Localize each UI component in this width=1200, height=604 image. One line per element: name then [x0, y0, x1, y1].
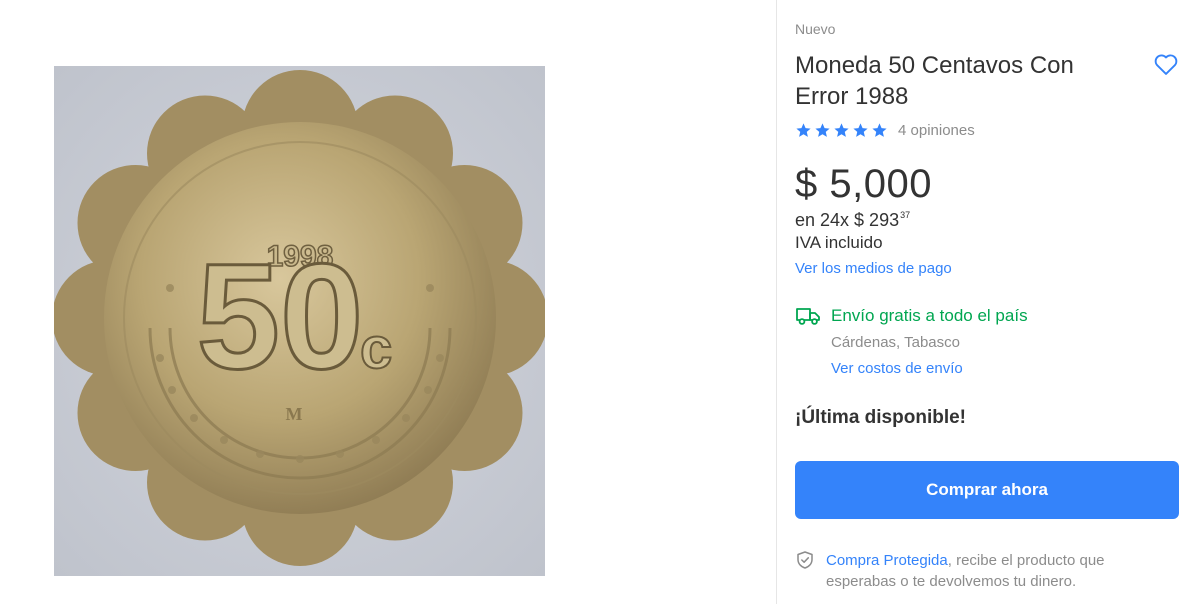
shield-check-icon	[797, 551, 813, 569]
product-title: Moneda 50 Centavos Con Error 1988	[795, 52, 1074, 110]
product-condition: Nuevo	[795, 21, 836, 37]
installments-amount: en 24x $ 293	[795, 210, 900, 230]
purchase-protection: Compra Protegida, recibe el producto que…	[826, 550, 1176, 592]
payment-methods-link[interactable]: Ver los medios de pago	[795, 260, 952, 277]
star-icon	[872, 123, 887, 137]
buy-now-button[interactable]: Comprar ahora	[795, 461, 1179, 519]
rating-stars	[795, 122, 888, 139]
coin-unit: c	[360, 316, 392, 381]
coin-value: 50	[197, 232, 364, 400]
rating[interactable]: 4 opiniones	[795, 122, 975, 139]
heart-icon[interactable]	[1152, 50, 1180, 78]
star-icon	[834, 123, 849, 137]
free-shipping-label: Envío gratis a todo el país	[831, 306, 1028, 325]
truck-icon	[796, 308, 820, 325]
shipping-costs-link[interactable]: Ver costos de envío	[831, 360, 963, 377]
star-icon	[815, 123, 830, 137]
star-icon	[853, 123, 868, 137]
seller-location: Cárdenas, Tabasco	[831, 334, 960, 351]
stock-status: ¡Última disponible!	[795, 407, 966, 428]
tax-note: IVA incluido	[795, 233, 883, 252]
reviews-count[interactable]: 4 opiniones	[898, 122, 975, 139]
product-image[interactable]: 1998 50 c M	[54, 66, 545, 576]
product-gallery: 1998 50 c M	[0, 0, 776, 604]
price: $ 5,000	[795, 162, 932, 206]
protected-purchase-link[interactable]: Compra Protegida	[826, 552, 948, 569]
coin-photo: 1998 50 c M	[54, 66, 545, 576]
product-info-panel: Nuevo Moneda 50 Centavos Con Error 1988 …	[777, 0, 1200, 604]
star-icon	[796, 123, 811, 137]
installments: en 24x $ 29337	[795, 210, 910, 231]
installments-cents: 37	[900, 210, 911, 220]
svg-text:M: M	[286, 404, 303, 424]
